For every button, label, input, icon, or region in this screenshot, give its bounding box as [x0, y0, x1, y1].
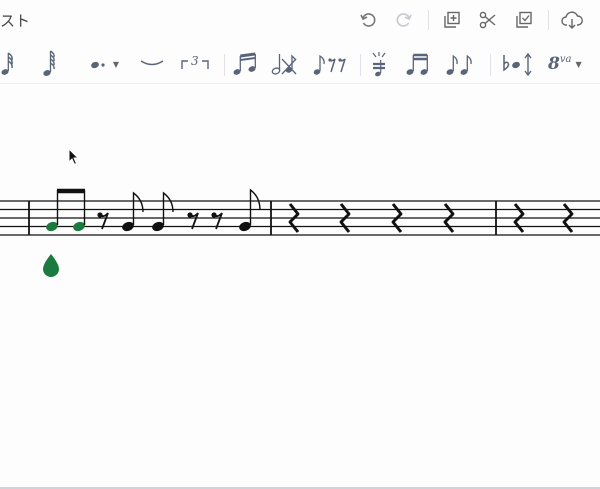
- cut-button[interactable]: [476, 8, 500, 32]
- flat-accidental-button[interactable]: [500, 48, 536, 80]
- half-note-cross-icon: [271, 54, 297, 75]
- toolbar-divider: [428, 10, 429, 30]
- beamed-sixteenths-button[interactable]: [404, 48, 432, 80]
- ottava-number: 8: [548, 54, 560, 74]
- dotted-note-button[interactable]: ▼: [84, 48, 124, 80]
- eighth-notes-icon: [446, 54, 472, 75]
- ottava-suffix: va: [559, 54, 572, 65]
- slur-icon: [140, 60, 164, 66]
- ottava-icon: 8 va: [548, 54, 571, 74]
- cloud-download-icon: [561, 11, 583, 29]
- tuplet-label: 3: [191, 54, 199, 68]
- slur-button[interactable]: [138, 48, 166, 80]
- notation-palette: ▼ 3 8 va ▼: [0, 44, 600, 84]
- half-note-cross-button[interactable]: [270, 48, 298, 80]
- eighth-rest-group-button[interactable]: [312, 48, 350, 80]
- hundred-twenty-eighth-note-icon: [43, 50, 55, 76]
- palette-divider: [490, 54, 491, 76]
- beam-group-button[interactable]: [232, 48, 260, 80]
- chevron-down-icon: ▼: [112, 59, 120, 69]
- redo-button[interactable]: [392, 8, 416, 32]
- palette-divider: [360, 54, 361, 76]
- add-measure-button[interactable]: [440, 8, 464, 32]
- tuplet-button[interactable]: 3: [180, 48, 210, 80]
- toolbar-divider: [548, 10, 549, 30]
- beamed-eighths-button[interactable]: [444, 48, 476, 80]
- beamed-notes-icon: [233, 52, 256, 75]
- note-rests-icon: [313, 54, 346, 75]
- chevron-down-icon: ▼: [575, 59, 582, 69]
- download-button[interactable]: [560, 8, 584, 32]
- redo-icon: [396, 13, 412, 27]
- score-title: スト: [0, 12, 31, 30]
- grace-note-icon: [372, 52, 386, 77]
- palette-divider: [224, 54, 225, 76]
- undo-icon: [360, 13, 376, 27]
- score-editor: スト ▼ 3 8 va ▼: [0, 0, 600, 489]
- input-caret-drop-icon[interactable]: [43, 254, 59, 277]
- ottava-button[interactable]: 8 va ▼: [548, 48, 596, 80]
- mouse-pointer-icon: [68, 148, 80, 166]
- undo-button[interactable]: [356, 8, 380, 32]
- add-measure-icon: [444, 11, 460, 28]
- check-icon: [516, 11, 532, 28]
- sixtyfourth-note-icon: [1, 52, 13, 75]
- sixtyfourth-note-button[interactable]: [0, 48, 16, 80]
- dotted-note-icon: [91, 61, 105, 69]
- top-bar: スト: [0, 0, 600, 40]
- check-button[interactable]: [512, 8, 536, 32]
- flat-pitch-icon: [503, 52, 532, 77]
- beamed-sixteenths-icon: [406, 53, 428, 75]
- hundred-twenty-eighth-note-button[interactable]: [38, 48, 60, 80]
- scissors-icon: [479, 11, 496, 29]
- staff-lines: [0, 200, 600, 236]
- grace-note-button[interactable]: [368, 48, 392, 80]
- score-staff: [0, 188, 600, 277]
